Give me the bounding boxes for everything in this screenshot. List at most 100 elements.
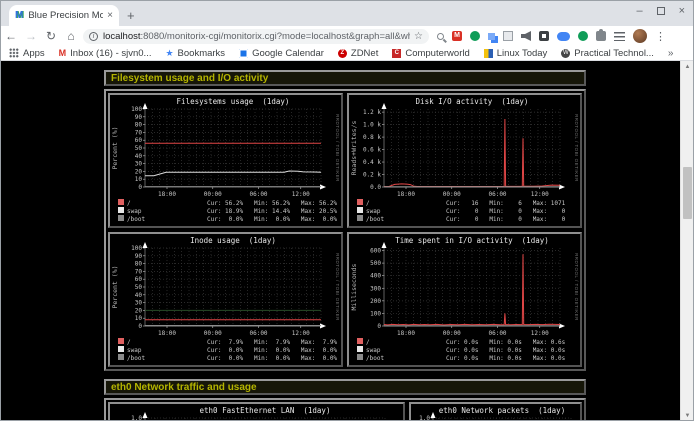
chart-plot-area: 010020030040050060018:0000:0006:0012:00 (370, 242, 565, 337)
bookmark-google-calendar[interactable]: Google Calendar (239, 48, 324, 59)
window-controls: – × (636, 3, 685, 19)
svg-text:40: 40 (135, 292, 143, 299)
legend-swatch (357, 199, 363, 205)
svg-text:0: 0 (138, 184, 142, 191)
graph-panel-eth0-traffic[interactable]: eth0 FastEthernet LAN (1day) RRDTOOL / T… (108, 402, 405, 421)
graph-panel-filesystems-usage[interactable]: Filesystems usage (1day) Percent (%) RRD… (108, 93, 343, 228)
forward-button[interactable]: → (21, 29, 41, 43)
svg-text:1.0: 1.0 (131, 415, 142, 421)
new-tab-button[interactable]: + (127, 5, 135, 26)
page-info-icon[interactable]: i (89, 32, 98, 41)
window-close-button[interactable]: × (679, 3, 685, 19)
monitorix-favicon-icon: M (15, 10, 23, 21)
chart-title: Filesystems usage (1day) (177, 97, 290, 106)
chart-ylabel: Milliseconds (350, 263, 358, 310)
chart-legend: / Cur: 56.2% Min: 56.2% Max: 56.2% swap … (118, 199, 337, 223)
extensions-area: M ⋮ (437, 29, 663, 43)
svg-text:1.2 k: 1.2 k (363, 109, 381, 116)
linux-today-icon (484, 49, 493, 58)
svg-text:06:00: 06:00 (249, 330, 267, 337)
home-button[interactable]: ⌂ (61, 29, 81, 43)
bookmark-inbox[interactable]: MInbox (16) - sjvn0... (59, 48, 152, 59)
bookmark-practical-technology[interactable]: WPractical Technol... (561, 48, 654, 59)
chart-ylabel: Reads+Writes/s (350, 121, 358, 176)
bookmarks-overflow-chevron[interactable]: » (668, 48, 674, 59)
rrdtool-signature: RRDTOOL / TOBI OETIKER (574, 253, 579, 321)
svg-text:1.0: 1.0 (419, 415, 430, 421)
svg-text:00:00: 00:00 (204, 191, 222, 198)
legend-name: /boot (127, 355, 145, 362)
legend-name: /boot (127, 216, 145, 223)
svg-text:06:00: 06:00 (249, 191, 267, 198)
page-scrollbar[interactable]: ▲ ▼ (680, 61, 693, 421)
url-path: :8080/monitorix-cgi/monitorix.cgi?mode=l… (141, 31, 411, 42)
window-maximize-button[interactable] (657, 7, 665, 15)
apps-shortcut[interactable]: Apps (9, 48, 45, 59)
rrdtool-signature: RRDTOOL / TOBI OETIKER (335, 114, 340, 182)
svg-text:300: 300 (370, 285, 381, 292)
legend-swatch (357, 215, 363, 221)
eth0-packets-chart: eth0 Network packets (1day) Packets/s RR… (411, 404, 580, 421)
inode-usage-chart: Inode usage (1day) Percent (%) RRDTOOL /… (110, 234, 341, 365)
scroll-down-icon[interactable]: ▼ (681, 410, 693, 421)
gmail-extension-icon[interactable]: M (452, 31, 462, 41)
svg-text:00:00: 00:00 (443, 330, 461, 337)
address-bar[interactable]: i localhost:8080/monitorix-cgi/monitorix… (83, 29, 429, 44)
back-button[interactable]: ← (1, 29, 21, 43)
svg-text:00:00: 00:00 (443, 191, 461, 198)
tab-close-icon[interactable]: × (107, 10, 113, 21)
reading-list-icon[interactable] (614, 32, 625, 41)
svg-text:10: 10 (135, 315, 143, 322)
legend-swatch (118, 215, 124, 221)
graph-panel-eth0-packets[interactable]: eth0 Network packets (1day) Packets/s RR… (409, 402, 582, 421)
bookmark-label: Inbox (16) - sjvn0... (70, 48, 151, 59)
scroll-up-icon[interactable]: ▲ (681, 61, 693, 73)
legend-stats: Cur: 0.0% Min: 0.0% Max: 0.0% (207, 216, 337, 223)
speaker-extension-icon[interactable] (521, 31, 531, 41)
reload-button[interactable]: ↻ (41, 29, 61, 43)
svg-text:200: 200 (370, 298, 381, 305)
svg-text:500: 500 (370, 260, 381, 267)
screenshot-extension-icon[interactable] (539, 31, 549, 41)
hangouts-extension-icon[interactable] (470, 31, 480, 41)
legend-name: swap (127, 208, 142, 215)
bookmark-computerworld[interactable]: CComputerworld (392, 48, 469, 59)
bookmark-zdnet[interactable]: ZZDNet (338, 48, 378, 59)
graph-panel-disk-io[interactable]: Disk I/O activity (1day) Reads+Writes/s … (347, 93, 582, 228)
legend-stats: Cur: 7.9% Min: 7.9% Max: 7.9% (207, 339, 337, 346)
tab-strip: M Blue Precision Monitorix × + – × (1, 1, 693, 26)
svg-text:100: 100 (131, 245, 142, 252)
legend-swatch (118, 338, 124, 344)
tabs-extension-icon[interactable] (488, 33, 495, 40)
graph-panel-inode-usage[interactable]: Inode usage (1day) Percent (%) RRDTOOL /… (108, 232, 343, 367)
green-dot-extension-icon[interactable] (578, 31, 588, 41)
browser-toolbar: ← → ↻ ⌂ i localhost:8080/monitorix-cgi/m… (1, 26, 693, 46)
browser-menu-icon[interactable]: ⋮ (655, 30, 663, 43)
legend-stats: Cur: 0.0s Min: 0.0s Max: 0.0s (446, 347, 566, 354)
svg-text:18:00: 18:00 (397, 330, 415, 337)
bookmark-label: Practical Technol... (574, 48, 654, 59)
section-title-network: eth0 Network traffic and usage (104, 379, 586, 395)
legend-name: swap (366, 347, 381, 354)
bookmark-star-icon[interactable]: ☆ (414, 31, 423, 42)
profile-avatar[interactable] (633, 29, 647, 43)
graph-panel-time-io[interactable]: Time spent in I/O activity (1day) Millis… (347, 232, 582, 367)
bookmark-linux-today[interactable]: Linux Today (484, 48, 548, 59)
search-extension-icon[interactable] (437, 33, 444, 40)
chart-title: Time spent in I/O activity (1day) (395, 236, 549, 245)
blue-pill-extension-icon[interactable] (557, 32, 570, 41)
svg-text:80: 80 (135, 122, 143, 129)
filesystem-graphs-table: Filesystems usage (1day) Percent (%) RRD… (104, 89, 586, 371)
window-minimize-button[interactable]: – (636, 3, 642, 19)
page-extension-icon[interactable] (503, 31, 513, 41)
browser-tab[interactable]: M Blue Precision Monitorix × (9, 5, 119, 26)
extensions-puzzle-icon[interactable] (596, 31, 606, 41)
legend-name: / (127, 339, 131, 346)
bookmark-bookmarks[interactable]: ★Bookmarks (165, 48, 225, 59)
svg-text:06:00: 06:00 (488, 330, 506, 337)
bookmark-label: ZDNet (351, 48, 378, 59)
scrollbar-thumb[interactable] (683, 167, 692, 219)
svg-text:12:00: 12:00 (531, 330, 549, 337)
legend-swatch (118, 207, 124, 213)
legend-swatch (357, 354, 363, 360)
